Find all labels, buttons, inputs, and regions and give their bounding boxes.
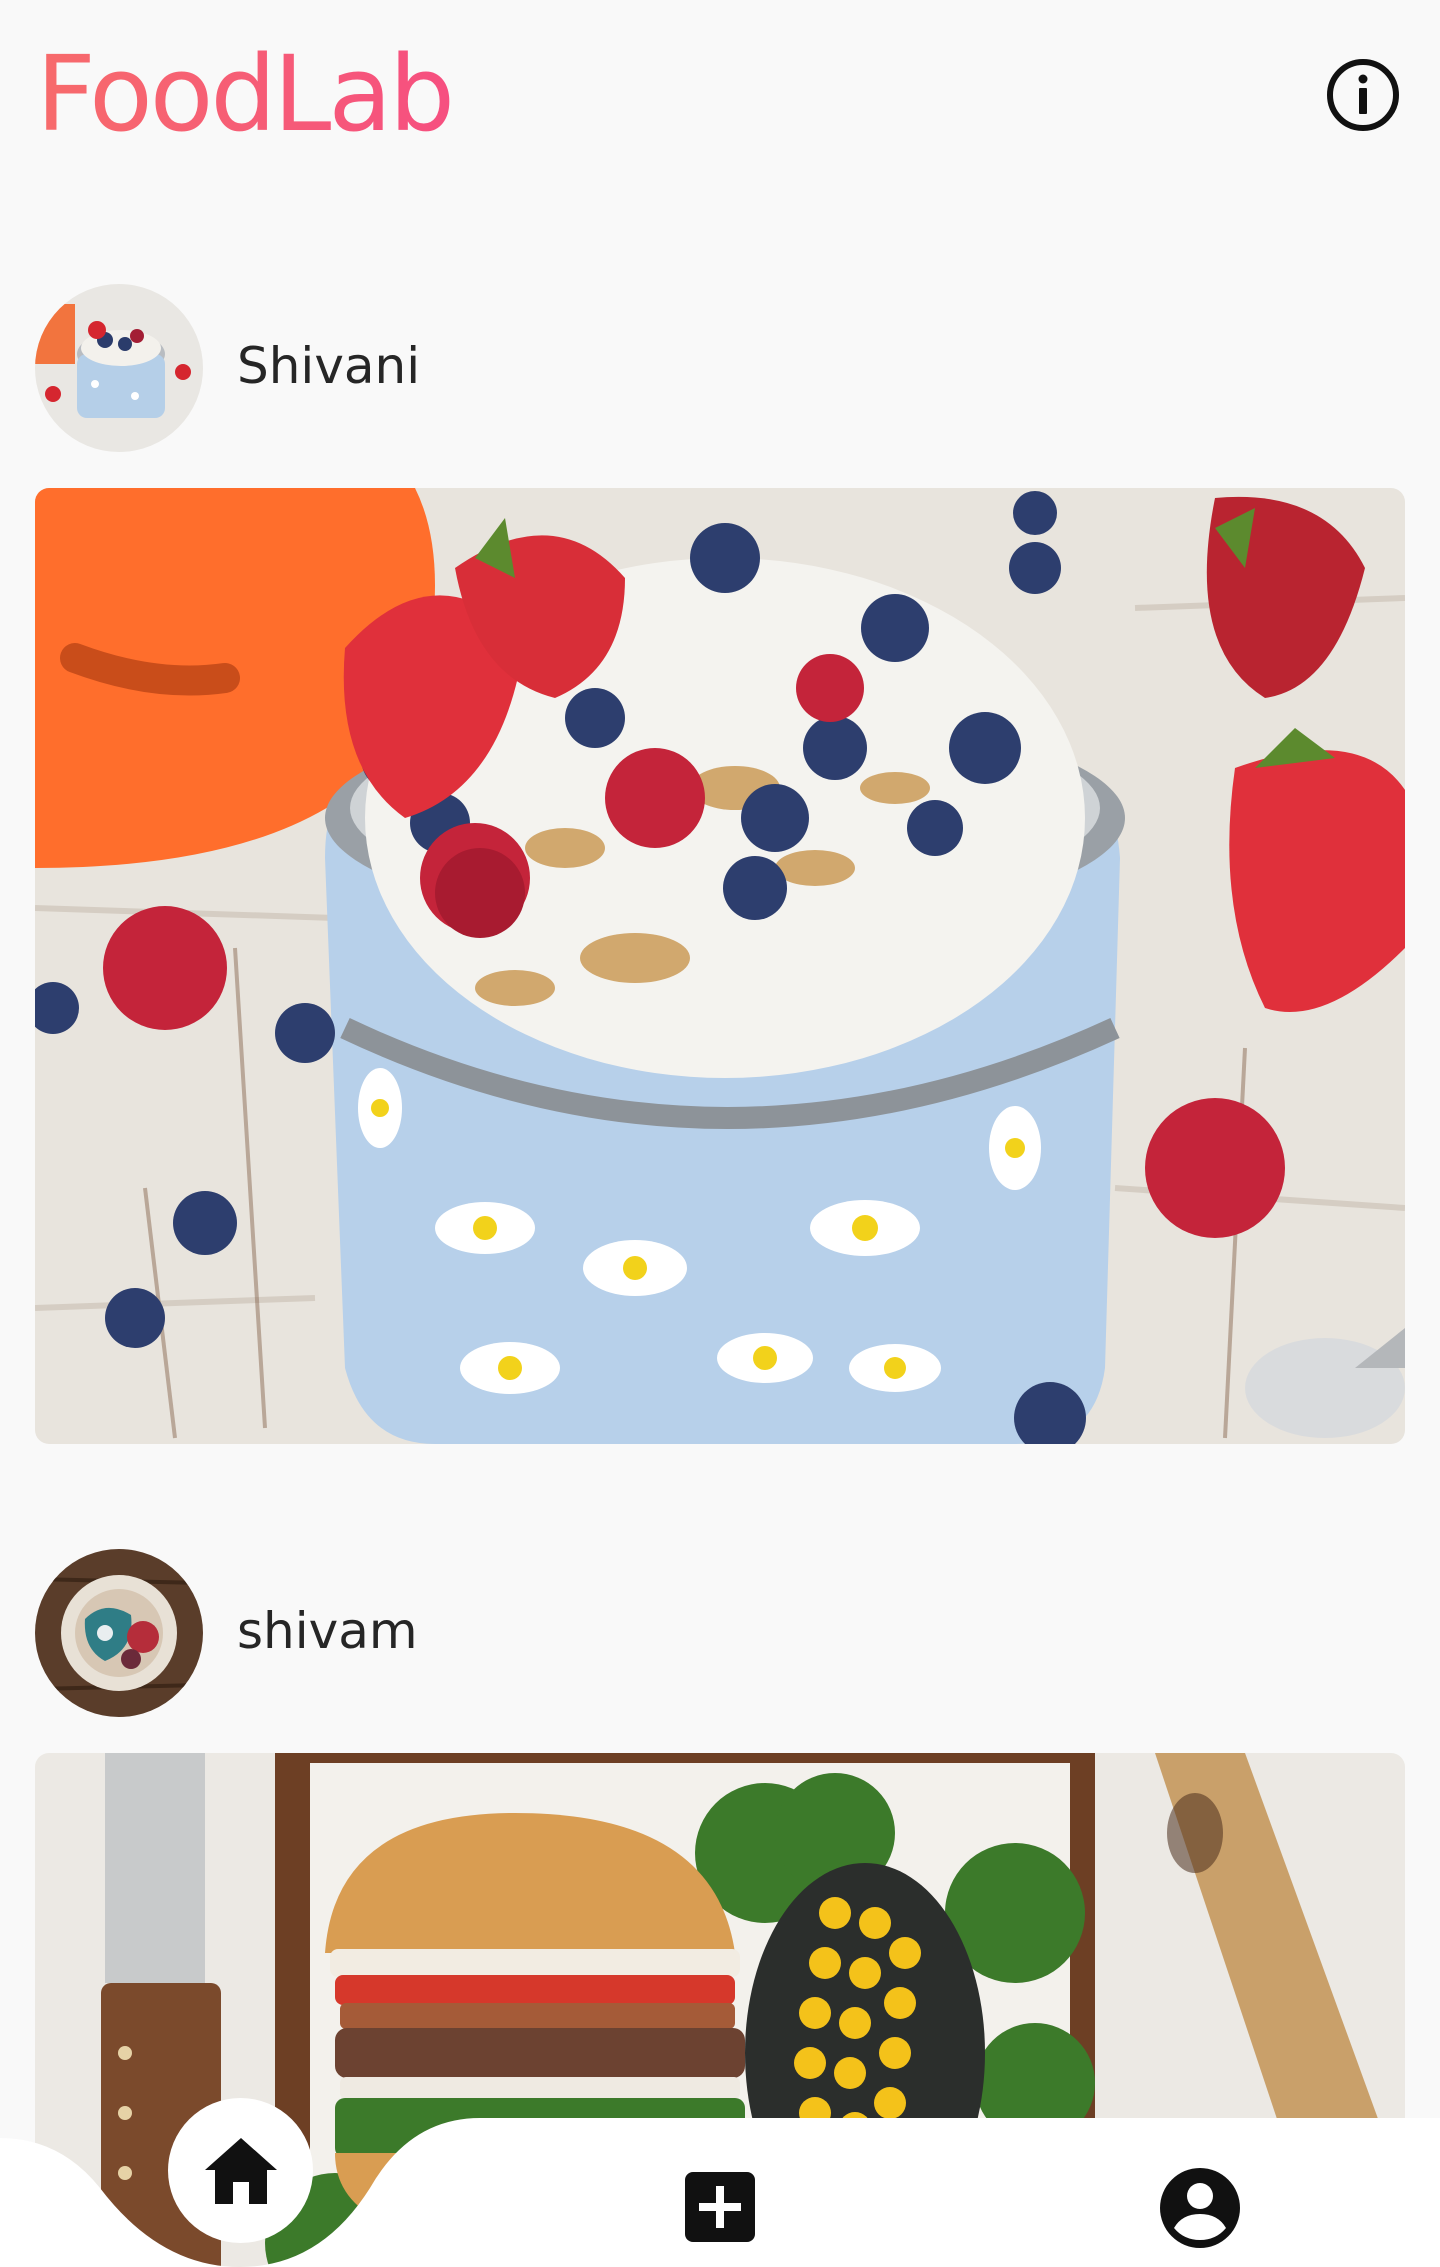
- home-icon: [204, 2137, 277, 2204]
- add-box-icon: [685, 2172, 755, 2242]
- app-header: FoodLab: [0, 0, 1440, 190]
- post-header: Shivani: [0, 284, 1440, 452]
- avatar[interactable]: [35, 1549, 203, 1717]
- feed-post: Shivani: [0, 284, 1440, 1444]
- nav-add-button[interactable]: [685, 2172, 755, 2242]
- nav-profile-button[interactable]: [1160, 2168, 1240, 2248]
- avatar[interactable]: [35, 284, 203, 452]
- nav-home-button[interactable]: [168, 2098, 313, 2243]
- info-icon[interactable]: [1324, 56, 1402, 134]
- post-username[interactable]: shivam: [237, 1599, 418, 1664]
- app-logo: FoodLab: [36, 33, 455, 155]
- feed-post: shivam: [0, 1549, 1440, 2267]
- app-screen: FoodLab Shivani shivam: [0, 0, 1440, 2267]
- post-image[interactable]: [35, 488, 1405, 1444]
- account-circle-icon: [1160, 2168, 1240, 2248]
- post-header: shivam: [0, 1549, 1440, 1717]
- post-username[interactable]: Shivani: [237, 334, 420, 399]
